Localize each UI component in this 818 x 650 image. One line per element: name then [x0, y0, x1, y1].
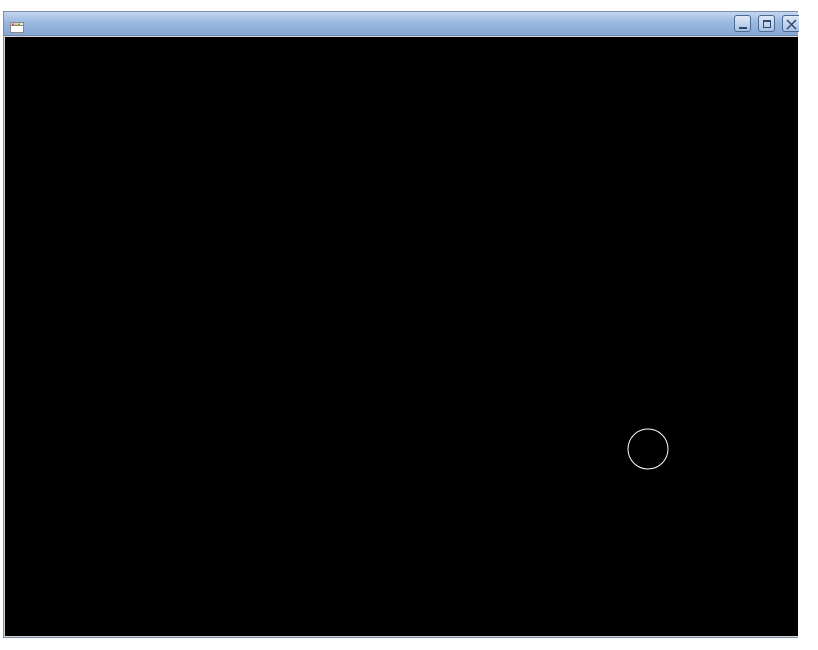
- application-window: [3, 11, 799, 638]
- maximize-button[interactable]: [758, 15, 775, 32]
- minimize-button[interactable]: [734, 15, 751, 32]
- drawing-canvas[interactable]: [5, 37, 798, 636]
- title-bar[interactable]: [4, 12, 799, 36]
- minimize-icon: [739, 27, 747, 29]
- circle-shape: [627, 428, 669, 470]
- maximize-icon: [763, 20, 771, 28]
- app-window-icon[interactable]: [10, 18, 24, 33]
- close-button[interactable]: [782, 15, 799, 32]
- canvas-surface: [627, 428, 669, 470]
- close-icon: [786, 19, 797, 30]
